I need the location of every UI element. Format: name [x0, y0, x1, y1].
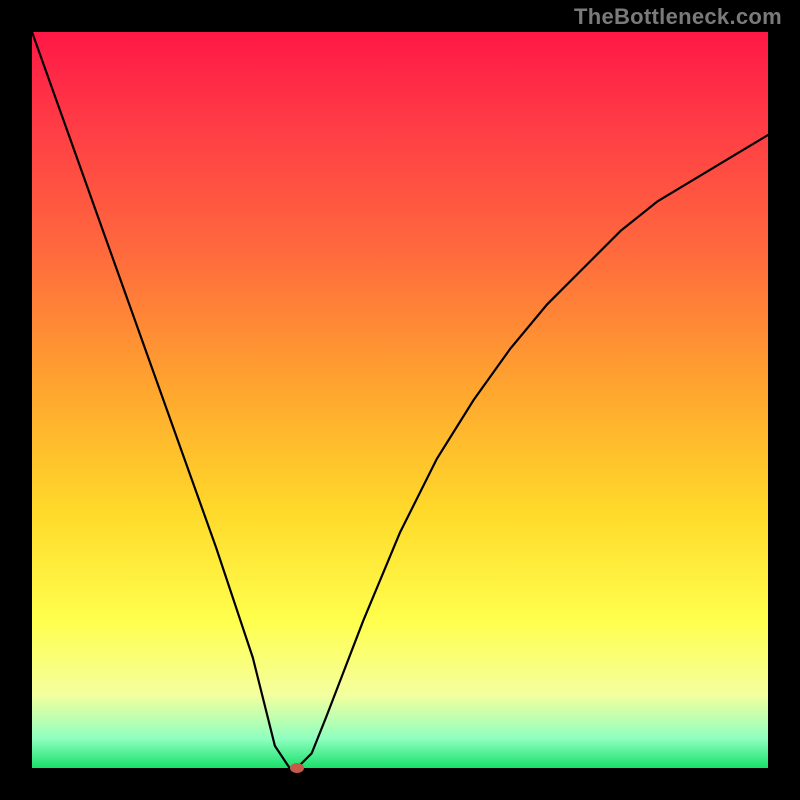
plot-area — [32, 32, 768, 768]
optimal-point-marker — [290, 763, 304, 773]
curve-svg — [32, 32, 768, 768]
chart-frame: TheBottleneck.com — [0, 0, 800, 800]
watermark-text: TheBottleneck.com — [574, 4, 782, 30]
bottleneck-curve — [32, 32, 768, 768]
